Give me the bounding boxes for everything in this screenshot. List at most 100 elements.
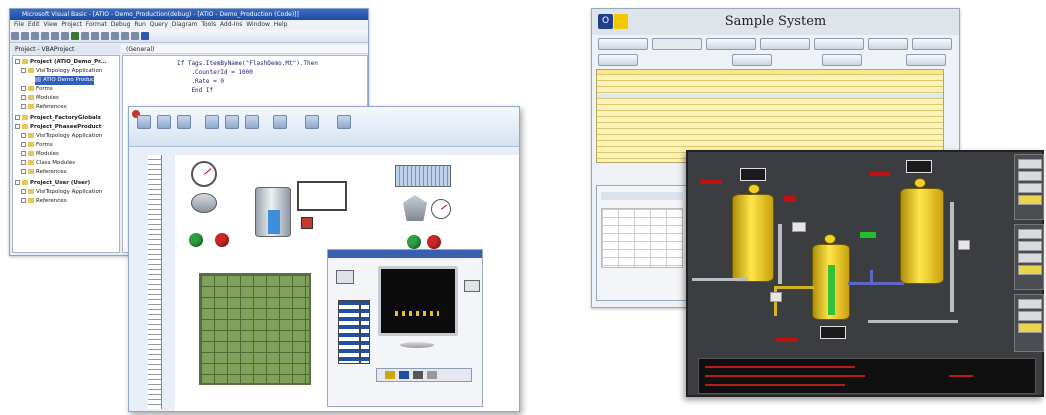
new-icon[interactable] [137,115,151,129]
pc-icon[interactable] [336,270,354,284]
menu-view[interactable]: View [43,21,57,28]
tree-item[interactable]: Project_User (User) [15,179,90,188]
tree-item[interactable]: Forms [21,141,53,150]
run-icon[interactable] [71,32,79,40]
tree-item[interactable]: Project_PhaseeProduct [15,123,101,132]
undo-icon[interactable] [51,32,59,40]
pc-icon[interactable] [464,280,480,292]
alarm-banner[interactable] [698,358,1036,394]
pause-icon[interactable] [81,32,89,40]
display-box[interactable] [297,181,347,211]
menu-tools[interactable]: Tools [201,21,216,28]
tree-item[interactable]: References [21,197,67,206]
run-icon[interactable] [337,115,351,129]
side-button[interactable] [1018,171,1042,181]
filter-button[interactable] [906,54,946,66]
expand-icon[interactable] [21,68,26,73]
nav-button[interactable] [652,38,702,50]
table-row[interactable] [597,94,943,99]
tank-3[interactable] [900,188,944,284]
tag-icon[interactable] [305,115,319,129]
design-mode-icon[interactable] [101,32,109,40]
alarm-grid[interactable] [596,69,944,163]
tree-item[interactable]: Modules [21,150,59,159]
tank-2[interactable] [812,244,850,320]
expand-icon[interactable] [15,180,20,185]
table-row[interactable] [597,106,943,111]
shape-icon[interactable] [245,115,259,129]
valve-open-icon[interactable] [860,232,876,238]
tank-1[interactable] [732,194,774,282]
table-row[interactable] [597,130,943,135]
rack-icon[interactable] [360,300,370,364]
tool-icon[interactable] [427,371,437,379]
tree-item[interactable]: Class Modules [21,159,75,168]
help-icon[interactable] [141,32,149,40]
menu-project[interactable]: Project [61,21,82,28]
paste-icon[interactable] [41,32,49,40]
nav-button[interactable] [868,38,908,50]
table-row[interactable] [597,112,943,117]
side-button[interactable] [1018,159,1042,169]
tree-item[interactable]: VisiTopology Application [21,188,102,197]
table-row[interactable] [597,76,943,81]
bar-graph[interactable] [395,165,451,187]
filter-button[interactable] [822,54,862,66]
expand-icon[interactable] [21,198,26,203]
expand-icon[interactable] [21,142,26,147]
expand-icon[interactable] [21,151,26,156]
design-canvas[interactable] [175,155,519,411]
pump-icon[interactable] [191,193,217,213]
menu-format[interactable]: Format [86,21,107,28]
clock-icon[interactable] [431,199,451,219]
table-row[interactable] [597,88,943,93]
table-row[interactable] [597,82,943,87]
pump-icon[interactable] [792,222,806,232]
stop-icon[interactable] [91,32,99,40]
table-row[interactable] [597,136,943,141]
object-browser-icon[interactable] [131,32,139,40]
menu-query[interactable]: Query [150,21,168,28]
nav-button[interactable] [760,38,810,50]
nav-button[interactable] [912,38,952,50]
nav-button[interactable] [598,38,648,50]
text-icon[interactable] [225,115,239,129]
tree-item[interactable]: VisiTopology Application [21,67,102,76]
pump-icon[interactable] [958,240,970,250]
tree-item[interactable]: Forms [21,85,53,94]
side-button[interactable] [1018,183,1042,193]
green-lamp-icon[interactable] [407,235,421,249]
expand-icon[interactable] [21,95,26,100]
expand-icon[interactable] [21,169,26,174]
table-row[interactable] [597,100,943,105]
open-icon[interactable] [157,115,171,129]
red-lamp-icon[interactable] [215,233,229,247]
tree-item[interactable]: References [21,103,67,112]
code-object-dropdown[interactable]: (General) [122,45,368,54]
nav-button[interactable] [814,38,864,50]
tree-item-selected[interactable]: ATIO Demo Produc [35,76,95,85]
side-button[interactable] [1018,311,1042,321]
draw-icon[interactable] [205,115,219,129]
table-row[interactable] [597,118,943,123]
menu-help[interactable]: Help [274,21,288,28]
valve-icon[interactable] [403,195,427,221]
expand-icon[interactable] [15,115,20,120]
copy-icon[interactable] [31,32,39,40]
side-button[interactable] [1018,195,1042,205]
expand-icon[interactable] [15,124,20,129]
tool-icon[interactable] [413,371,423,379]
table-row[interactable] [597,142,943,147]
tool-icon[interactable] [399,371,409,379]
rack-icon[interactable] [338,300,360,364]
alarm-icon[interactable] [301,217,313,229]
side-button[interactable] [1018,241,1042,251]
green-lamp-icon[interactable] [189,233,203,247]
expand-icon[interactable] [15,59,20,64]
align-icon[interactable] [273,115,287,129]
redo-icon[interactable] [61,32,69,40]
nav-button[interactable] [706,38,756,50]
pump-icon[interactable] [770,292,782,302]
detail-table[interactable] [601,208,683,268]
menu-debug[interactable]: Debug [111,21,131,28]
